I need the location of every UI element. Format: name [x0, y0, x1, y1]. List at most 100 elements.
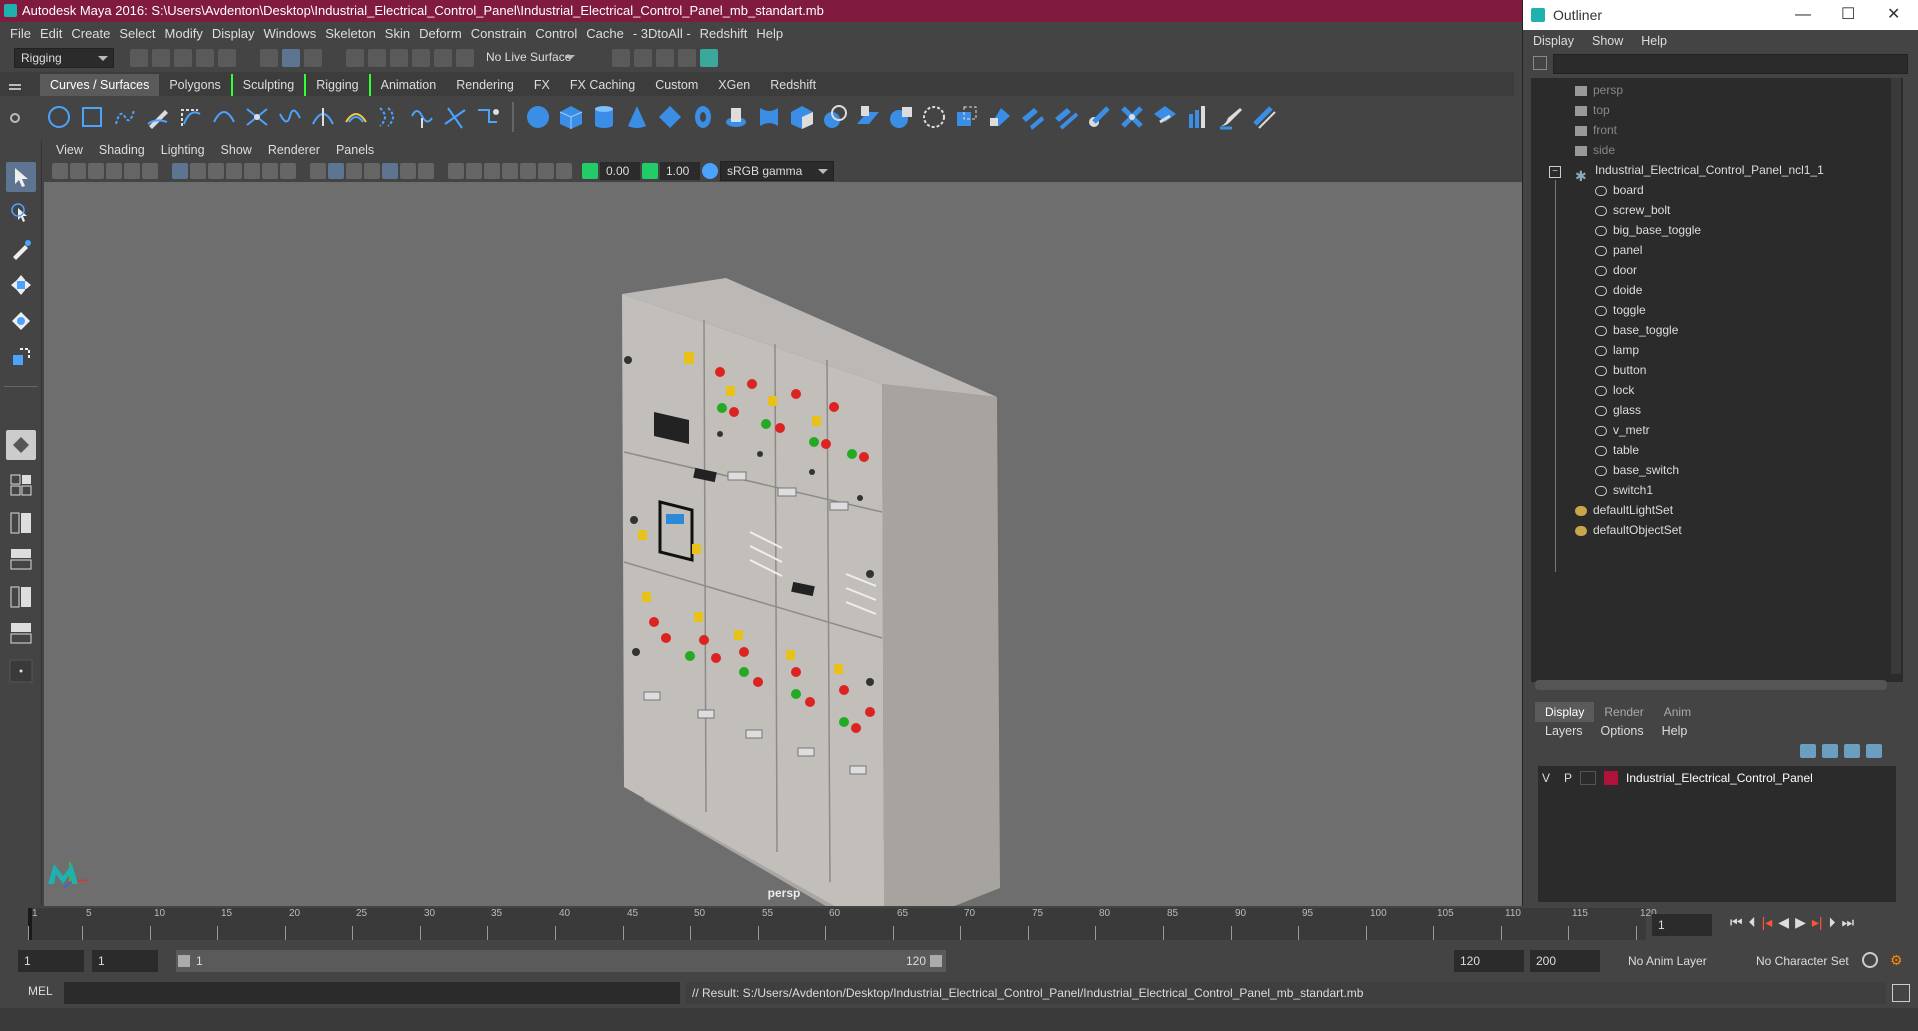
outliner-item-group[interactable]: ✱ Industrial_Electrical_Control_Panel_ncl… — [1575, 160, 1824, 184]
tab-redshift[interactable]: Redshift — [760, 74, 826, 96]
sculpt-geometry-icon[interactable] — [1216, 102, 1246, 132]
cv-curve-icon[interactable] — [110, 102, 140, 132]
gate-mask-icon[interactable] — [226, 163, 242, 179]
trim-icon[interactable] — [1084, 102, 1114, 132]
menu-constrain[interactable]: Constrain — [471, 26, 536, 41]
move-layer-up-icon[interactable] — [1800, 744, 1816, 758]
camera-attributes-icon[interactable] — [70, 163, 86, 179]
outliner-menu-show[interactable]: Show — [1592, 34, 1623, 48]
insert-isoparm-icon[interactable] — [1183, 102, 1213, 132]
extrude-icon[interactable] — [820, 102, 850, 132]
render-frame-icon[interactable] — [634, 49, 652, 67]
gamma-icon[interactable] — [642, 163, 658, 179]
outliner-filter-icon[interactable] — [1533, 56, 1547, 70]
attach-curves-icon[interactable] — [242, 102, 272, 132]
nurbs-cylinder-icon[interactable] — [589, 102, 619, 132]
tab-display-layers[interactable]: Display — [1535, 702, 1595, 722]
smooth-shade-icon[interactable] — [328, 163, 344, 179]
menu-control[interactable]: Control — [535, 26, 586, 41]
script-editor-icon[interactable] — [1892, 984, 1910, 1002]
step-forward-key-icon[interactable]: ⏵ — [1829, 914, 1836, 931]
outliner-persp-graph-layout-icon[interactable] — [6, 618, 36, 648]
move-layer-down-icon[interactable] — [1822, 744, 1838, 758]
bookmark-icon[interactable] — [88, 163, 104, 179]
outliner-item-glass[interactable]: glass — [1595, 400, 1641, 420]
viewport-menu-lighting[interactable]: Lighting — [161, 143, 205, 157]
step-back-frame-icon[interactable]: |◂ — [1762, 914, 1773, 931]
paint-select-tool-icon[interactable] — [6, 234, 36, 264]
outliner-item-front[interactable]: front — [1575, 120, 1617, 140]
outliner-item-v-metr[interactable]: v_metr — [1595, 420, 1650, 440]
layer-row[interactable]: V P Industrial_Electrical_Control_Panel — [1542, 768, 1813, 788]
layer-playback-toggle[interactable]: P — [1564, 771, 1572, 785]
select-camera-icon[interactable] — [52, 163, 68, 179]
maximize-icon[interactable]: ☐ — [1841, 0, 1855, 30]
nurbs-plane-icon[interactable] — [655, 102, 685, 132]
single-perspective-layout-icon[interactable] — [6, 430, 36, 460]
live-surface-field[interactable]: No Live Surface — [480, 48, 580, 68]
minimize-icon[interactable]: — — [1795, 0, 1811, 30]
go-to-start-icon[interactable]: ⏮ — [1730, 914, 1743, 931]
xray-joints-icon[interactable] — [538, 163, 554, 179]
time-ruler[interactable]: 1 5 10 15 20 25 30 35 40 45 50 55 60 65 70 75 80 85 90 95 10… — [28, 908, 1657, 940]
preferences-icon[interactable]: ⚙ — [1890, 952, 1908, 968]
animation-start-field[interactable]: 1 — [18, 950, 84, 972]
outliner-item-door[interactable]: door — [1595, 260, 1637, 280]
wireframe-icon[interactable] — [310, 163, 326, 179]
outliner-menu-help[interactable]: Help — [1641, 34, 1667, 48]
safe-title-icon[interactable] — [280, 163, 296, 179]
pencil-curve-icon[interactable] — [143, 102, 173, 132]
range-slider[interactable]: 1 120 — [176, 950, 946, 972]
gamma-field[interactable]: 1.00 — [660, 162, 700, 180]
exposure-field[interactable]: 0.00 — [600, 162, 640, 180]
current-frame-field[interactable]: 1 — [1652, 914, 1712, 936]
outliner-item-screw-bolt[interactable]: screw_bolt — [1595, 200, 1670, 220]
new-layer-from-selected-icon[interactable] — [1866, 744, 1882, 758]
use-all-lights-icon[interactable] — [382, 163, 398, 179]
perspective-viewport[interactable]: persp — [44, 182, 1524, 906]
outliner-item-panel[interactable]: panel — [1595, 240, 1642, 260]
tab-rigging[interactable]: Rigging — [304, 74, 371, 96]
play-backward-icon[interactable]: ◀ — [1778, 914, 1789, 931]
menu-set-dropdown[interactable]: Rigging — [14, 48, 114, 68]
persp-hypershade-layout-icon[interactable] — [6, 582, 36, 612]
rotate-tool-icon[interactable] — [6, 306, 36, 336]
outliner-vertical-scrollbar[interactable] — [1891, 78, 1901, 674]
lasso-tool-icon[interactable] — [6, 198, 36, 228]
go-to-end-icon[interactable]: ⏭ — [1842, 914, 1855, 931]
textured-icon[interactable] — [364, 163, 380, 179]
reverse-curve-icon[interactable] — [440, 102, 470, 132]
menu-edit[interactable]: Edit — [40, 26, 71, 41]
outliner-item-table[interactable]: table — [1595, 440, 1639, 460]
view-transform-dropdown[interactable]: sRGB gamma — [720, 161, 834, 181]
extend-curve-icon[interactable] — [341, 102, 371, 132]
select-hierarchy-icon[interactable] — [260, 49, 278, 67]
render-view-icon[interactable] — [678, 49, 696, 67]
collapse-group-icon[interactable]: − — [1549, 166, 1561, 178]
menu-help[interactable]: Help — [756, 26, 792, 41]
viewport-menu-shading[interactable]: Shading — [99, 143, 145, 157]
new-scene-icon[interactable] — [130, 49, 148, 67]
scale-tool-icon[interactable] — [6, 342, 36, 372]
project-curve-icon[interactable] — [473, 102, 503, 132]
animation-end-field[interactable]: 200 — [1530, 950, 1600, 972]
isolate-select-icon[interactable] — [502, 163, 518, 179]
anti-aliasing-icon[interactable] — [466, 163, 482, 179]
rebuild-curve-icon[interactable] — [407, 102, 437, 132]
insert-knot-icon[interactable] — [308, 102, 338, 132]
image-plane-icon[interactable] — [106, 163, 122, 179]
tab-fx-caching[interactable]: FX Caching — [560, 74, 645, 96]
menu-skin[interactable]: Skin — [385, 26, 419, 41]
outliner-item-toggle[interactable]: toggle — [1595, 300, 1646, 320]
tab-xgen[interactable]: XGen — [708, 74, 760, 96]
tab-rendering[interactable]: Rendering — [446, 74, 524, 96]
range-start-handle[interactable] — [178, 955, 190, 967]
planar-icon[interactable] — [787, 102, 817, 132]
anim-layer-dropdown[interactable]: No Anim Layer — [1622, 950, 1722, 972]
auto-key-icon[interactable] — [1862, 952, 1878, 968]
layer-color-swatch[interactable] — [1604, 771, 1619, 785]
nurbs-square-icon[interactable] — [77, 102, 107, 132]
four-view-layout-icon[interactable] — [6, 470, 36, 500]
square-surface-icon[interactable] — [919, 102, 949, 132]
tab-polygons[interactable]: Polygons — [159, 74, 230, 96]
